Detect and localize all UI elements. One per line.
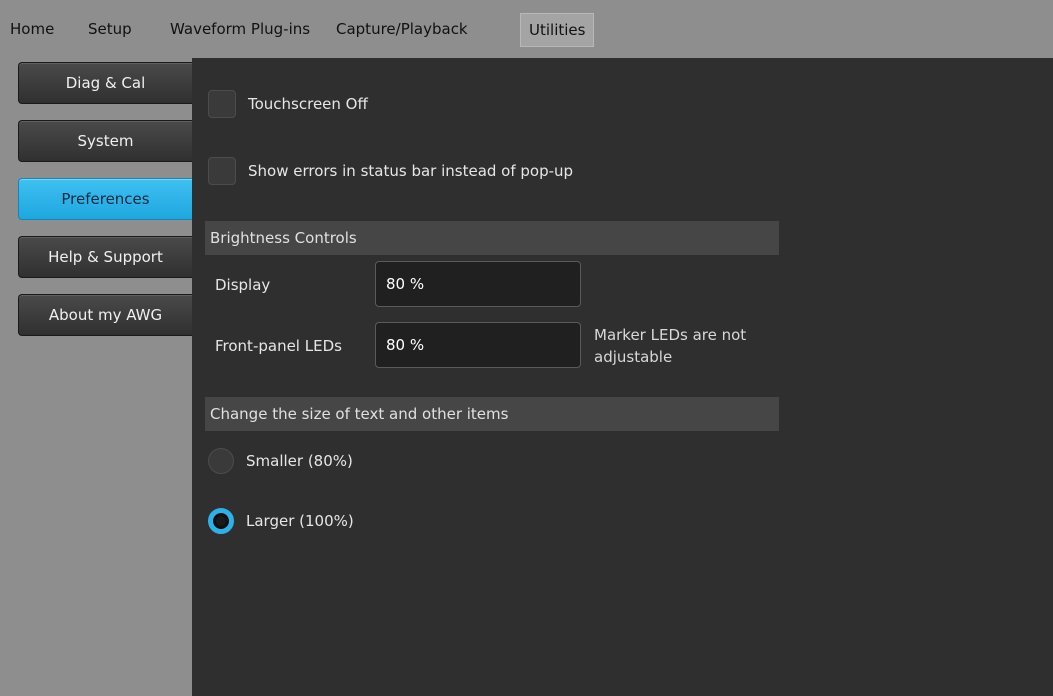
menu-capture-playback[interactable]: Capture/Playback bbox=[336, 16, 468, 42]
nav-about-my-awg[interactable]: About my AWG bbox=[18, 294, 192, 336]
nav-preferences[interactable]: Preferences bbox=[18, 178, 192, 220]
brightness-controls-header: Brightness Controls bbox=[205, 221, 779, 255]
larger-radio[interactable] bbox=[208, 508, 234, 534]
nav-system[interactable]: System bbox=[18, 120, 192, 162]
smaller-radio[interactable] bbox=[208, 448, 234, 474]
front-panel-leds-input[interactable]: 80 % bbox=[375, 322, 581, 368]
show-errors-row: Show errors in status bar instead of pop… bbox=[208, 157, 573, 185]
show-errors-label: Show errors in status bar instead of pop… bbox=[248, 162, 574, 180]
menu-utilities[interactable]: Utilities bbox=[520, 13, 595, 47]
larger-label: Larger (100%) bbox=[246, 512, 354, 530]
show-errors-checkbox[interactable] bbox=[208, 157, 236, 185]
nav-diag-cal[interactable]: Diag & Cal bbox=[18, 62, 192, 104]
marker-leds-note: Marker LEDs are not adjustable bbox=[594, 324, 746, 368]
larger-option-row: Larger (100%) bbox=[208, 508, 354, 534]
menu-waveform-plugins[interactable]: Waveform Plug-ins bbox=[170, 16, 310, 42]
top-menu-bar: Home Setup Waveform Plug-ins Capture/Pla… bbox=[0, 0, 1053, 59]
marker-leds-note-line2: adjustable bbox=[594, 348, 673, 366]
touchscreen-off-checkbox[interactable] bbox=[208, 90, 236, 118]
display-brightness-input[interactable]: 80 % bbox=[375, 261, 581, 307]
display-label: Display bbox=[215, 276, 271, 294]
text-size-header: Change the size of text and other items bbox=[205, 397, 779, 431]
marker-leds-note-line1: Marker LEDs are not bbox=[594, 326, 747, 344]
menu-setup[interactable]: Setup bbox=[88, 16, 132, 42]
menu-home[interactable]: Home bbox=[10, 16, 54, 42]
nav-help-support[interactable]: Help & Support bbox=[18, 236, 192, 278]
preferences-panel: Touchscreen Off Show errors in status ba… bbox=[192, 58, 1053, 696]
front-panel-leds-label: Front-panel LEDs bbox=[215, 337, 342, 355]
smaller-label: Smaller (80%) bbox=[246, 452, 353, 470]
left-nav: Diag & Cal System Preferences Help & Sup… bbox=[0, 58, 192, 696]
touchscreen-off-label: Touchscreen Off bbox=[248, 95, 368, 113]
smaller-option-row: Smaller (80%) bbox=[208, 448, 353, 474]
touchscreen-off-row: Touchscreen Off bbox=[208, 90, 368, 118]
